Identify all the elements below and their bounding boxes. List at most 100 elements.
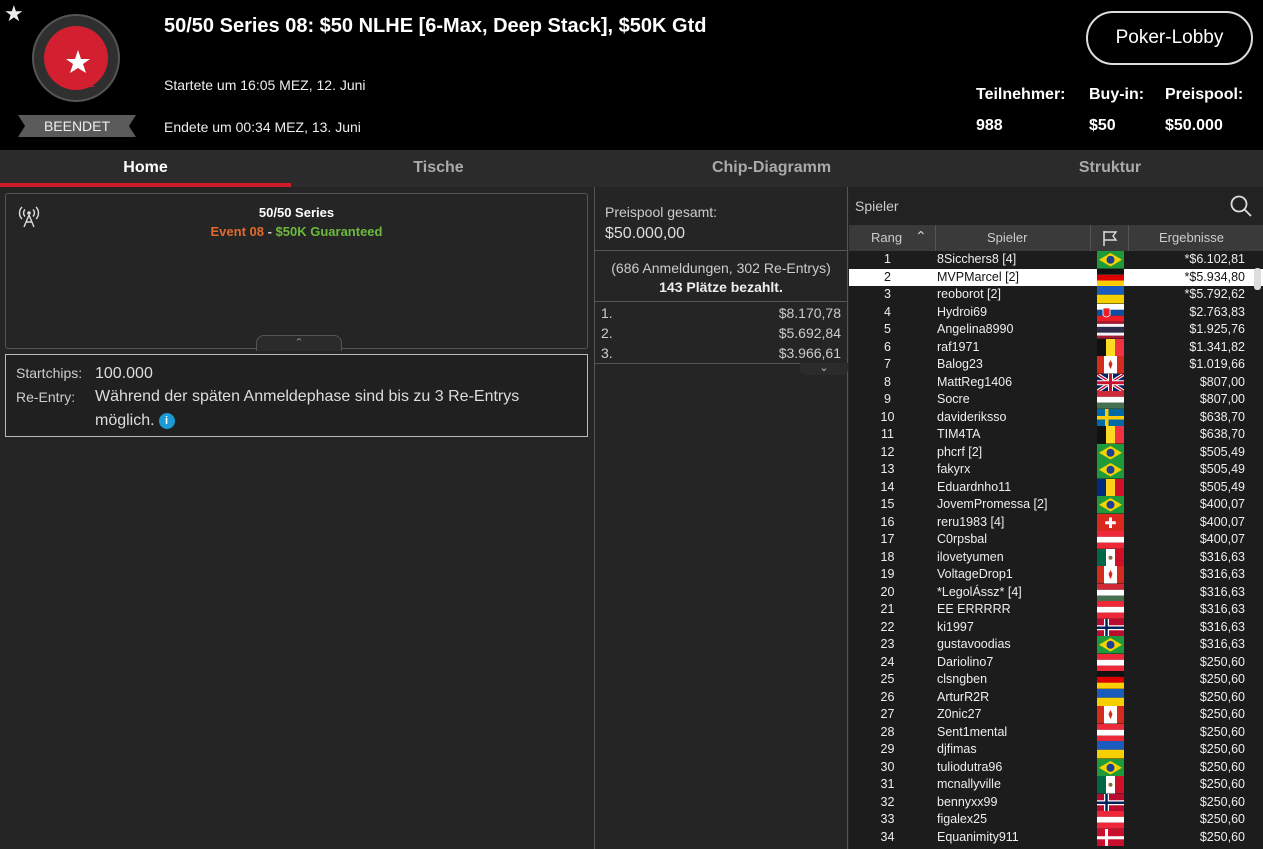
player-row[interactable]: 30 tuliodutra96 $250,60 (849, 758, 1263, 776)
country-flag-icon (1097, 426, 1124, 444)
player-row[interactable]: 18 ilovetyumen $316,63 (849, 548, 1263, 566)
country-flag-icon (1097, 251, 1124, 269)
player-row[interactable]: 23 gustavoodias $316,63 (849, 636, 1263, 654)
country-flag-icon (1097, 653, 1124, 671)
player-rank: 22 (880, 619, 895, 634)
player-name: mcnallyville (937, 777, 1001, 791)
start-time: Startete um 16:05 MEZ, 12. Juni (164, 77, 366, 93)
player-row[interactable]: 16 reru1983 [4] $400,07 (849, 513, 1263, 531)
player-name: EE ERRRRR (937, 602, 1011, 616)
player-rank: 19 (880, 567, 895, 581)
player-row[interactable]: 15 JovemPromessa [2] $400,07 (849, 496, 1263, 514)
player-row[interactable]: 32 bennyxx99 $250,60 (849, 793, 1263, 811)
player-row[interactable]: 13 fakyrx $505,49 (849, 461, 1263, 479)
prize-amount: $8.170,78 (778, 305, 841, 321)
player-result: $505,49 (1199, 462, 1245, 476)
player-row[interactable]: 25 clsngben $250,60 (849, 671, 1263, 689)
entries-summary: (686 Anmeldungen, 302 Re-Entrys) (611, 260, 831, 276)
column-result[interactable]: Ergebnisse (1159, 230, 1224, 245)
player-row[interactable]: 19 VoltageDrop1 $316,63 (849, 566, 1263, 584)
participants-label: Teilnehmer: (976, 86, 1066, 103)
player-row[interactable]: 27 Z0nic27 $250,60 (849, 706, 1263, 724)
player-row[interactable]: 26 ArturR2R $250,60 (849, 688, 1263, 706)
player-name: figalex25 (937, 812, 988, 826)
player-row[interactable]: 12 phcrf [2] $505,49 (849, 443, 1263, 461)
player-row[interactable]: 17 C0rpsbal $400,07 (849, 531, 1263, 549)
player-row[interactable]: 21 EE ERRRRR $316,63 (849, 601, 1263, 619)
country-flag-icon (1097, 793, 1124, 811)
player-row[interactable]: 34 Equanimity911 $250,60 (849, 828, 1263, 846)
player-row[interactable]: 7 Balog23 $1.019,66 (849, 356, 1263, 374)
country-flag-icon (1097, 321, 1124, 339)
player-row[interactable]: 31 mcnallyville $250,60 (849, 776, 1263, 794)
expand-chevron-down-icon[interactable]: ⌄ (800, 363, 848, 375)
players-scrollbar[interactable] (1254, 268, 1261, 290)
player-rank: 3 (884, 287, 891, 301)
player-rank: 2 (884, 269, 891, 284)
player-rank: 27 (880, 707, 895, 721)
player-row[interactable]: 24 Dariolino7 $250,60 (849, 653, 1263, 671)
player-row[interactable]: 9 Socre $807,00 (849, 391, 1263, 409)
player-row[interactable]: 3 reoborot [2] *$5.792,62 (849, 286, 1263, 304)
player-row[interactable]: 2 MVPMarcel [2] *$5.934,80 (849, 268, 1263, 286)
prize-row: 1. $8.170,78 (595, 303, 847, 323)
player-search-input[interactable] (855, 194, 1215, 218)
tournament-lobby-window: ★ BEENDET 50/50 Series 08: $50 NLHE [6-M… (0, 0, 1263, 849)
prize-position: 3. (601, 345, 613, 361)
player-result: $1.019,66 (1189, 357, 1245, 371)
player-row[interactable]: 28 Sent1mental $250,60 (849, 723, 1263, 741)
player-result: $316,63 (1199, 567, 1245, 581)
buyin-value: $50 (1089, 117, 1116, 134)
column-rank[interactable]: Rang (871, 230, 902, 245)
column-player[interactable]: Spieler (987, 230, 1027, 245)
player-row[interactable]: 4 Hydroi69 $2.763,83 (849, 303, 1263, 321)
country-flag-icon (1097, 688, 1124, 706)
collapse-chevron-up-icon[interactable]: ⌃ (256, 335, 342, 351)
tab-tables[interactable]: Tische (291, 150, 586, 187)
country-flag-icon (1097, 478, 1124, 496)
player-name: TIM4TA (937, 427, 981, 441)
player-row[interactable]: 20 *LegolÁssz* [4] $316,63 (849, 583, 1263, 601)
tab-bar: Home Tische Chip-Diagramm Struktur (0, 150, 1263, 187)
player-rank: 9 (884, 392, 891, 406)
favorite-star-icon[interactable]: ★ (4, 2, 24, 26)
player-rank: 25 (880, 672, 895, 686)
player-name: raf1971 (937, 339, 980, 354)
player-name: gustavoodias (937, 637, 1011, 651)
player-result: $2.763,83 (1189, 304, 1245, 319)
player-row[interactable]: 6 raf1971 $1.341,82 (849, 338, 1263, 356)
prizepool-total-value: $50.000,00 (605, 225, 686, 242)
country-flag-icon (1097, 776, 1124, 794)
sort-chevron-up-icon[interactable]: ⌃ (915, 228, 927, 245)
player-row[interactable]: 11 TIM4TA $638,70 (849, 426, 1263, 444)
player-row[interactable]: 10 davideriksso $638,70 (849, 408, 1263, 426)
player-rank: 21 (880, 602, 895, 616)
player-result: *$5.934,80 (1184, 269, 1245, 284)
player-rank: 33 (880, 812, 895, 826)
info-icon[interactable]: i (158, 413, 175, 429)
poker-lobby-button[interactable]: Poker-Lobby (1086, 11, 1253, 65)
country-flag-icon (1097, 811, 1124, 829)
search-icon[interactable] (1229, 194, 1253, 218)
prizepool-label: Preispool: (1165, 86, 1244, 103)
player-result: $250,60 (1199, 654, 1245, 669)
player-name: Hydroi69 (937, 304, 988, 319)
startchips-value: 100.000 (95, 365, 153, 382)
player-row[interactable]: 5 Angelina8990 $1.925,76 (849, 321, 1263, 339)
tab-structure[interactable]: Struktur (957, 150, 1263, 187)
player-rank: 18 (880, 549, 895, 564)
country-flag-icon (1097, 443, 1124, 461)
player-result: $250,60 (1199, 829, 1245, 844)
player-row[interactable]: 1 8Sicchers8 [4] *$6.102,81 (849, 251, 1263, 269)
tab-chip-chart[interactable]: Chip-Diagramm (586, 150, 957, 187)
player-row[interactable]: 33 figalex25 $250,60 (849, 811, 1263, 829)
prize-position: 1. (601, 305, 613, 321)
player-result: $250,60 (1199, 742, 1245, 756)
tab-home[interactable]: Home (0, 150, 291, 187)
buyin-label: Buy-in: (1089, 86, 1145, 103)
player-row[interactable]: 14 Eduardnho11 $505,49 (849, 478, 1263, 496)
player-row[interactable]: 29 djfimas $250,60 (849, 741, 1263, 759)
country-flag-icon (1097, 741, 1124, 759)
player-row[interactable]: 22 ki1997 $316,63 (849, 618, 1263, 636)
player-row[interactable]: 8 MattReg1406 $807,00 (849, 373, 1263, 391)
